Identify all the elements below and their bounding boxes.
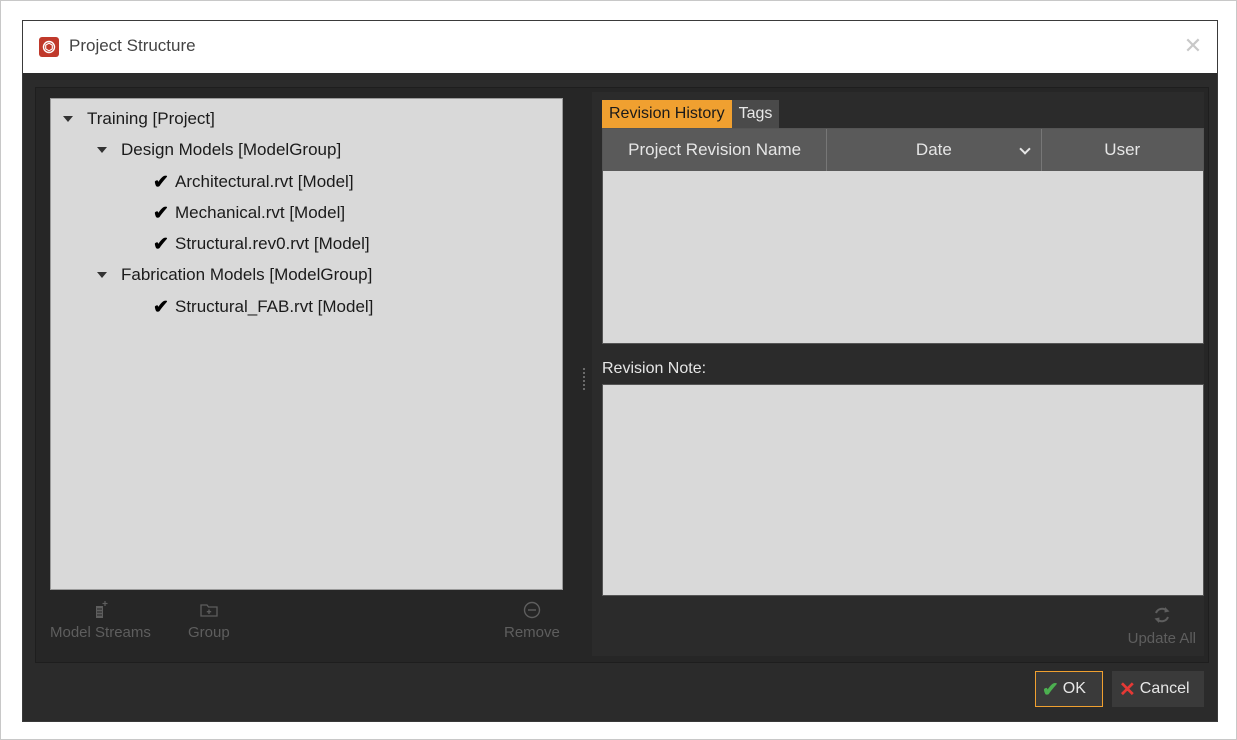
- expand-caret-icon[interactable]: [97, 147, 107, 153]
- close-x-icon: ✕: [1119, 678, 1136, 701]
- checkbox-checked-icon[interactable]: ✔: [153, 233, 169, 256]
- expand-caret-icon[interactable]: [63, 116, 73, 122]
- revision-tabs: Revision History Tags: [602, 100, 780, 128]
- checkbox-checked-icon[interactable]: ✔: [153, 171, 169, 194]
- revision-history-table[interactable]: Project Revision Name Date User: [602, 128, 1204, 344]
- model-streams-label: Model Streams: [50, 624, 151, 641]
- project-tree[interactable]: Training [Project] Design Models [ModelG…: [50, 98, 563, 590]
- ok-button[interactable]: ✔ OK: [1035, 671, 1103, 707]
- minus-circle-icon: [523, 601, 541, 619]
- cancel-label: Cancel: [1139, 680, 1190, 697]
- refresh-icon: [1154, 607, 1170, 623]
- revision-pane: Revision History Tags Project Revision N…: [592, 92, 1204, 656]
- remove-label: Remove: [504, 624, 560, 641]
- tree-node-label: Fabrication Models [ModelGroup]: [121, 265, 373, 284]
- tree-node-project[interactable]: Training [Project]: [63, 105, 215, 133]
- app-logo-icon: [39, 37, 59, 57]
- tree-node-label: Structural.rev0.rvt [Model]: [175, 234, 370, 253]
- tree-node-fabrication-models[interactable]: Fabrication Models [ModelGroup]: [97, 261, 372, 289]
- checkbox-checked-icon[interactable]: ✔: [153, 202, 169, 225]
- project-structure-dialog: Project Structure ✕ Training [Project] D…: [22, 20, 1218, 722]
- column-header-user[interactable]: User: [1042, 129, 1203, 171]
- tab-tags[interactable]: Tags: [731, 100, 780, 128]
- check-icon: ✔: [1042, 678, 1059, 701]
- tree-node-label: Structural_FAB.rvt [Model]: [175, 297, 374, 316]
- revision-note-label: Revision Note:: [602, 360, 707, 377]
- revision-note-textarea[interactable]: [602, 384, 1204, 596]
- tree-toolbar: Model Streams Group Remove: [40, 592, 577, 656]
- model-streams-icon: [96, 601, 108, 618]
- update-all-label: Update All: [1127, 630, 1196, 647]
- checkbox-checked-icon[interactable]: ✔: [153, 296, 169, 319]
- column-label: User: [1104, 140, 1141, 159]
- column-header-date[interactable]: Date: [827, 129, 1042, 171]
- column-label: Project Revision Name: [628, 140, 802, 159]
- tree-node-design-models[interactable]: Design Models [ModelGroup]: [97, 136, 341, 164]
- group-label: Group: [188, 624, 230, 641]
- title-bar: Project Structure ✕: [23, 21, 1217, 73]
- tree-node-label: Training [Project]: [87, 109, 215, 128]
- pane-splitter-handle[interactable]: [583, 368, 589, 390]
- close-icon[interactable]: ✕: [1181, 34, 1205, 58]
- tree-node-model[interactable]: ✔ Architectural.rvt [Model]: [153, 168, 354, 196]
- tree-node-label: Mechanical.rvt [Model]: [175, 203, 346, 222]
- model-streams-button[interactable]: Model Streams: [50, 600, 151, 641]
- table-header: Project Revision Name Date User: [603, 129, 1203, 171]
- add-folder-icon: [200, 604, 218, 617]
- dialog-body: Training [Project] Design Models [ModelG…: [35, 87, 1209, 663]
- project-tree-pane: Training [Project] Design Models [ModelG…: [40, 92, 577, 656]
- tree-node-model[interactable]: ✔ Structural_FAB.rvt [Model]: [153, 293, 373, 321]
- tab-revision-history[interactable]: Revision History: [602, 100, 732, 128]
- expand-caret-icon[interactable]: [97, 272, 107, 278]
- tree-node-model[interactable]: ✔ Structural.rev0.rvt [Model]: [153, 230, 370, 258]
- remove-button[interactable]: Remove: [504, 600, 560, 641]
- ok-label: OK: [1062, 680, 1086, 697]
- tree-node-label: Design Models [ModelGroup]: [121, 140, 342, 159]
- column-header-revision-name[interactable]: Project Revision Name: [603, 129, 828, 171]
- tree-node-model[interactable]: ✔ Mechanical.rvt [Model]: [153, 199, 345, 227]
- tree-node-label: Architectural.rvt [Model]: [175, 172, 354, 191]
- sort-chevron-down-icon[interactable]: [1018, 143, 1031, 155]
- cancel-button[interactable]: ✕ Cancel: [1112, 671, 1204, 707]
- update-all-button[interactable]: Update All: [1128, 604, 1196, 647]
- window-title: Project Structure: [69, 36, 196, 55]
- group-button[interactable]: Group: [188, 600, 230, 641]
- column-label: Date: [915, 140, 952, 159]
